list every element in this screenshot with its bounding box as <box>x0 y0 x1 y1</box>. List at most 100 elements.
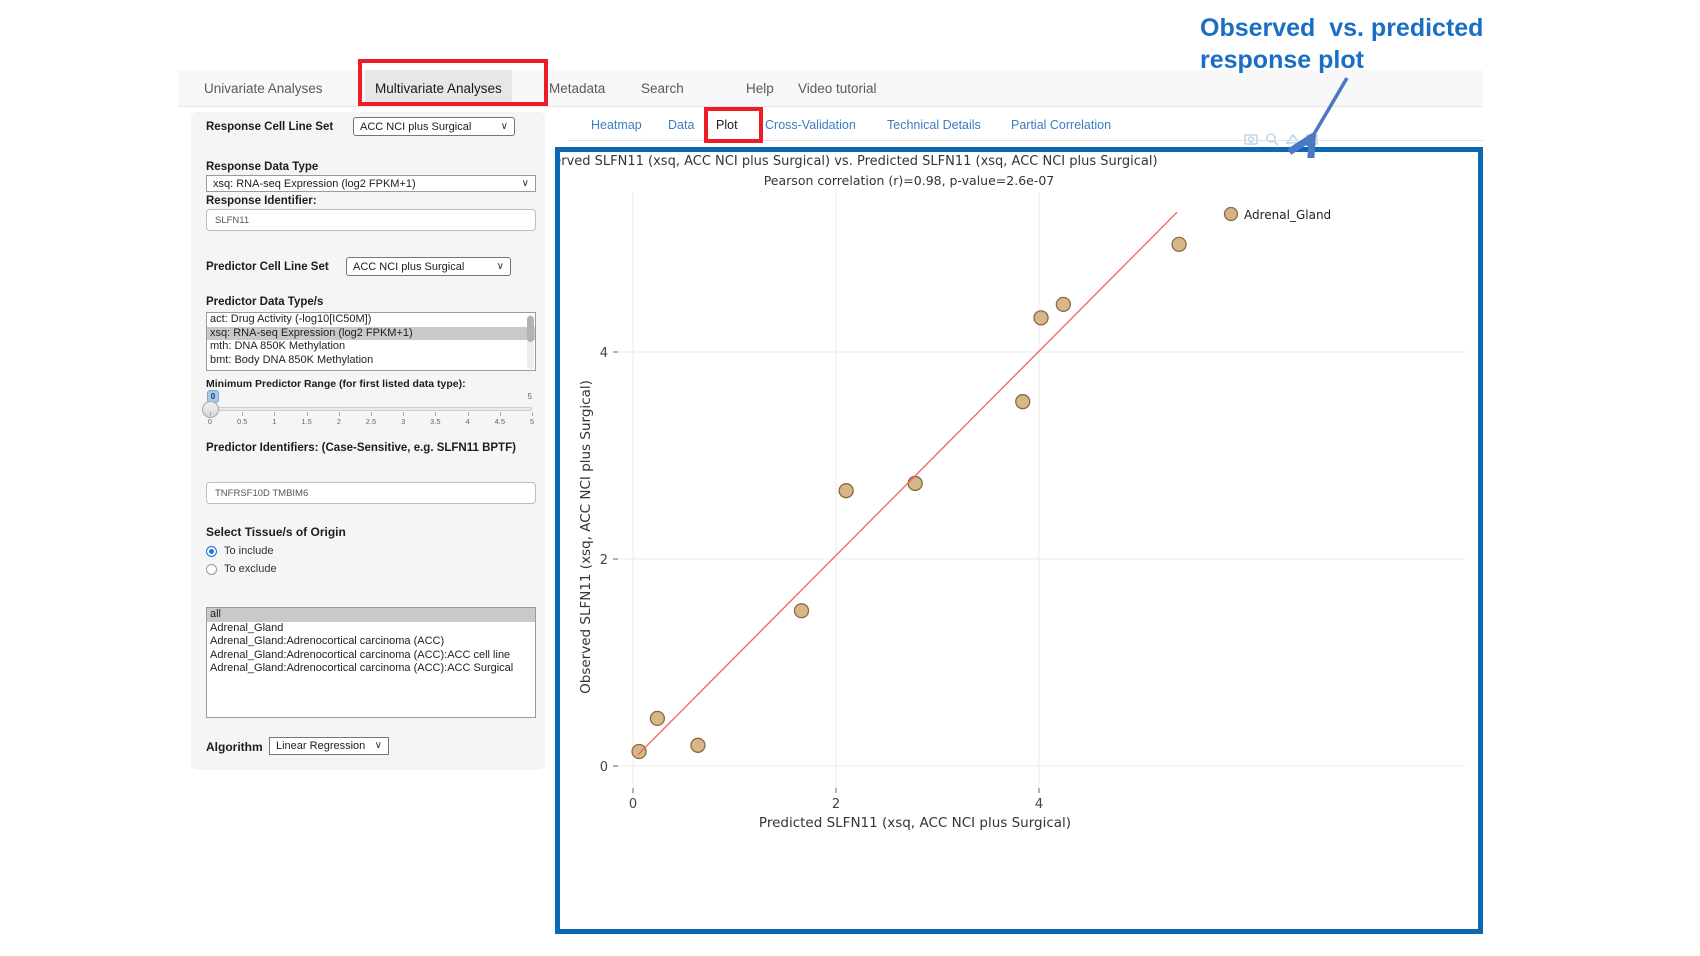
plot-panel: 0 2 4 0 2 4 Predicted SLFN11 (xsq, ACC NCI plu… <box>560 152 1478 929</box>
nav-item-help[interactable]: Help <box>746 70 774 107</box>
nav-item-search[interactable]: Search <box>641 70 684 107</box>
data-point[interactable] <box>908 476 922 490</box>
list-item[interactable]: all <box>207 608 535 622</box>
slider-track[interactable] <box>210 407 532 411</box>
response-cell-line-set-value: ACC NCI plus Surgical <box>360 121 471 133</box>
slider-tick <box>242 412 243 416</box>
slider-tick <box>403 412 404 416</box>
predictor-cell-line-set-label: Predictor Cell Line Set <box>206 261 329 273</box>
tab-cross-validation[interactable]: Cross-Validation <box>765 112 856 138</box>
slider-tick-label: 3.5 <box>430 417 440 426</box>
tissue-exclude-label: To exclude <box>224 563 277 575</box>
slider-tick-label: 1 <box>272 417 276 426</box>
x-tick-label: 0 <box>629 797 637 812</box>
slider-tick <box>468 412 469 416</box>
list-item[interactable]: bmt: Body DNA 850K Methylation <box>207 354 535 368</box>
x-axis-title: Predicted SLFN11 (xsq, ACC NCI plus Surg… <box>759 815 1071 831</box>
slider-tick <box>500 412 501 416</box>
data-point[interactable] <box>794 604 808 618</box>
chevron-down-icon: ∨ <box>375 741 382 751</box>
tab-heatmap[interactable]: Heatmap <box>591 112 642 138</box>
response-data-type-label: Response Data Type <box>206 161 318 173</box>
predictor-cell-line-set-select[interactable]: ACC NCI plus Surgical ∨ <box>346 257 511 276</box>
min-predictor-range-slider[interactable]: 0 5 0 0.5 1 1.5 2 2.5 3 3.5 4 4.5 5 <box>206 390 536 426</box>
regression-line <box>638 212 1177 754</box>
blue-highlight-box: 0 2 4 0 2 4 Predicted SLFN11 (xsq, ACC NCI plu… <box>555 147 1483 934</box>
algorithm-label: Algorithm <box>206 740 263 754</box>
scrollbar[interactable] <box>527 315 534 369</box>
tab-technical-details[interactable]: Technical Details <box>887 112 981 138</box>
legend-label[interactable]: Adrenal_Gland <box>1244 208 1331 222</box>
predictor-cell-line-set-value: ACC NCI plus Surgical <box>353 261 464 273</box>
data-point[interactable] <box>839 484 853 498</box>
slider-tick <box>532 412 533 416</box>
tab-partial-correlation[interactable]: Partial Correlation <box>1011 112 1111 138</box>
chevron-down-icon: ∨ <box>497 262 504 272</box>
slider-tick-label: 4 <box>466 417 470 426</box>
slider-tick-label: 0 <box>208 417 212 426</box>
list-item[interactable]: xsq: RNA-seq Expression (log2 FPKM+1) <box>207 327 535 341</box>
annotation-arrow-icon <box>1285 68 1365 158</box>
list-item[interactable]: Adrenal_Gland:Adrenocortical carcinoma (… <box>207 635 535 649</box>
annotation-callout: Observed vs. predictedresponse plot <box>1200 12 1520 76</box>
chevron-down-icon: ∨ <box>522 179 529 189</box>
tab-data[interactable]: Data <box>668 112 694 138</box>
nav-item-multivariate-analyses[interactable]: Multivariate Analyses <box>365 70 512 107</box>
min-predictor-range-label: Minimum Predictor Range (for first liste… <box>206 378 466 390</box>
x-tick-label: 4 <box>1035 797 1043 812</box>
response-identifier-input[interactable]: SLFN11 <box>206 209 536 231</box>
slider-tick-label: 2 <box>337 417 341 426</box>
tissue-include-label: To include <box>224 545 274 557</box>
scatter-plot-canvas[interactable]: 0 2 4 0 2 4 Predicted SLFN11 (xsq, ACC NCI plu… <box>560 152 1478 929</box>
predictor-data-types-listbox: act: Drug Activity (-log10[IC50M]) xsq: … <box>206 312 536 371</box>
algorithm-value: Linear Regression <box>276 740 365 752</box>
annotation-line1: Observed vs. predicted <box>1200 14 1483 42</box>
data-point[interactable] <box>1034 311 1048 325</box>
list-item[interactable]: mth: DNA 850K Methylation <box>207 340 535 354</box>
slider-max-label: 5 <box>528 392 532 401</box>
tissue-listbox: all Adrenal_Gland Adrenal_Gland:Adrenoco… <box>206 607 536 718</box>
data-point[interactable] <box>1016 395 1030 409</box>
nav-item-metadata[interactable]: Metadata <box>549 70 605 107</box>
data-point[interactable] <box>691 738 705 752</box>
response-data-type-select[interactable]: xsq: RNA-seq Expression (log2 FPKM+1)∨ <box>206 175 536 192</box>
predictor-identifiers-label: Predictor Identifiers: (Case-Sensitive, … <box>206 440 528 456</box>
data-point[interactable] <box>650 711 664 725</box>
slider-tick <box>274 412 275 416</box>
radio-selected-icon <box>206 546 217 557</box>
tab-plot[interactable]: Plot <box>716 112 738 138</box>
y-tick-label: 4 <box>600 346 608 361</box>
list-item[interactable]: act: Drug Activity (-log10[IC50M]) <box>207 313 535 327</box>
slider-tick <box>307 412 308 416</box>
slider-tick-label: 2.5 <box>366 417 376 426</box>
tissue-exclude-radio[interactable]: To exclude <box>206 563 277 575</box>
plot-subtitle: Pearson correlation (r)=0.98, p-value=2.… <box>560 173 1258 188</box>
data-point[interactable] <box>1172 237 1186 251</box>
data-point[interactable] <box>1056 297 1070 311</box>
response-cell-line-set-select[interactable]: ACC NCI plus Surgical ∨ <box>353 117 515 136</box>
x-tick-label: 2 <box>832 797 840 812</box>
y-axis-title: Observed SLFN11 (xsq, ACC NCI plus Surgi… <box>578 380 594 694</box>
list-item[interactable]: Adrenal_Gland:Adrenocortical carcinoma (… <box>207 662 525 676</box>
legend-marker-icon[interactable] <box>1225 208 1238 221</box>
nav-item-univariate-analyses[interactable]: Univariate Analyses <box>204 70 323 107</box>
slider-tick-label: 5 <box>530 417 534 426</box>
nav-item-video-tutorial[interactable]: Video tutorial <box>798 70 877 107</box>
select-tissues-label: Select Tissue/s of Origin <box>206 525 346 539</box>
y-tick-label: 0 <box>600 760 608 775</box>
predictor-identifiers-input[interactable]: TNFRSF10D TMBIM6 <box>206 482 536 504</box>
slider-tick-label: 1.5 <box>301 417 311 426</box>
slider-tick <box>339 412 340 416</box>
slider-tick-label: 4.5 <box>495 417 505 426</box>
plot-title: Observed SLFN11 (xsq, ACC NCI plus Surgi… <box>560 154 1158 169</box>
tissue-include-radio[interactable]: To include <box>206 545 274 557</box>
y-tick-label: 2 <box>600 553 608 568</box>
response-identifier-label: Response Identifier: <box>206 195 317 207</box>
slider-tick <box>371 412 372 416</box>
response-cell-line-set-label: Response Cell Line Set <box>206 121 333 133</box>
list-item[interactable]: Adrenal_Gland:Adrenocortical carcinoma (… <box>207 649 525 663</box>
data-point[interactable] <box>632 745 646 759</box>
list-item[interactable]: Adrenal_Gland <box>207 622 535 636</box>
algorithm-select[interactable]: Linear Regression ∨ <box>269 737 389 755</box>
chevron-down-icon: ∨ <box>501 122 508 132</box>
